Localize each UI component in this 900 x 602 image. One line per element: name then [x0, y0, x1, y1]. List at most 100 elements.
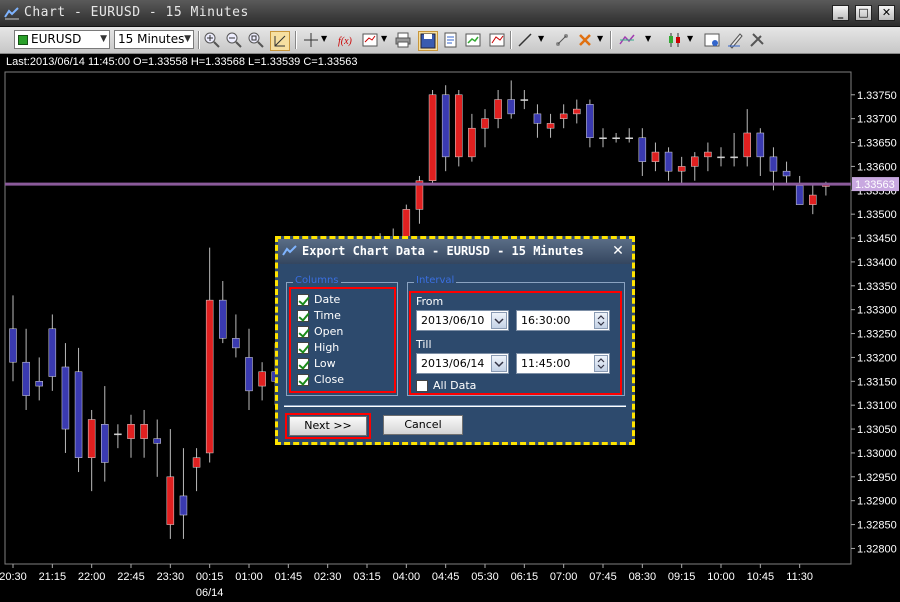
time-tick-label: 01:45: [275, 571, 303, 583]
time-tick-label: 23:30: [157, 571, 185, 583]
columns-highlight: Date Time Open High Low Close: [289, 287, 396, 393]
till-time-value: 11:45:00: [521, 357, 571, 370]
candle-body: [677, 166, 686, 172]
chevron-down-icon[interactable]: ▼: [381, 34, 387, 43]
price-tick-label: 1.32900: [857, 496, 897, 508]
cancel-button[interactable]: Cancel: [383, 415, 463, 435]
line-tool-icon[interactable]: [516, 31, 534, 49]
candle-body: [638, 137, 647, 162]
restore-button[interactable]: □: [855, 5, 872, 21]
candle-body: [769, 156, 778, 172]
candle-body: [468, 127, 476, 158]
candle-body: [691, 156, 699, 167]
time-tick-label: 00:15: [196, 571, 224, 583]
chart-type-icon[interactable]: [361, 31, 379, 49]
chevron-down-icon[interactable]: ▼: [597, 34, 603, 43]
time-tick-label: 03:15: [353, 571, 381, 583]
indicator-icon[interactable]: f(x): [337, 31, 355, 49]
chevron-down-icon: ▼: [184, 34, 191, 44]
candle-style-icon[interactable]: [666, 31, 684, 49]
checkbox-checked-icon: [297, 374, 309, 386]
close-window-button[interactable]: ✕: [878, 5, 895, 21]
checkbox-label: Date: [314, 293, 341, 306]
symbol-select[interactable]: EURUSD ▼: [14, 30, 110, 49]
properties-icon[interactable]: [703, 31, 721, 49]
time-tick-label: 08:30: [629, 571, 657, 583]
candle-body: [166, 476, 175, 525]
price-tick-label: 1.32950: [857, 472, 897, 484]
candle-body: [87, 419, 96, 458]
dialog-close-button[interactable]: ✕: [610, 243, 626, 259]
price-tick-label: 1.33000: [857, 448, 897, 460]
time-tick-label: 21:15: [39, 571, 67, 583]
export-icon[interactable]: [464, 31, 482, 49]
zoom-in-icon[interactable]: [203, 31, 221, 49]
price-tick-label: 1.33650: [857, 138, 897, 150]
next-button[interactable]: Next >>: [289, 416, 367, 436]
crosshair-icon[interactable]: [302, 31, 320, 49]
fibonacci-icon[interactable]: [553, 31, 571, 49]
till-label: Till: [416, 338, 432, 351]
from-time-spinner[interactable]: 16:30:00: [516, 310, 610, 331]
candle-body: [494, 99, 502, 119]
time-tick-label: 07:45: [589, 571, 617, 583]
candle-body: [48, 328, 57, 377]
refresh-icon[interactable]: [488, 31, 506, 49]
copy-icon[interactable]: [442, 31, 460, 49]
till-date-picker[interactable]: 2013/06/14: [416, 353, 509, 374]
object-list-icon[interactable]: [618, 31, 636, 49]
settings-icon[interactable]: [726, 31, 744, 49]
candle-body: [22, 361, 30, 396]
time-tick-label: 11:30: [786, 571, 813, 583]
time-tick-label: 22:45: [117, 571, 145, 583]
chevron-down-icon[interactable]: ▼: [321, 34, 327, 43]
candle-body: [586, 104, 594, 139]
candle-body: [533, 113, 542, 124]
zoom-fit-icon[interactable]: [247, 31, 265, 49]
candle-body: [599, 137, 607, 140]
timeframe-select[interactable]: 15 Minutes ▼: [114, 30, 194, 49]
time-tick-label: 05:30: [471, 571, 499, 583]
chevron-down-icon[interactable]: ▼: [645, 34, 651, 43]
from-label: From: [416, 295, 444, 308]
symbol-flag-icon: [18, 34, 28, 45]
chevron-down-icon[interactable]: ▼: [687, 34, 693, 43]
interval-legend: Interval: [414, 275, 457, 286]
delete-drawing-icon[interactable]: [576, 31, 594, 49]
save-icon[interactable]: [418, 31, 438, 51]
time-tick-label: 04:00: [393, 571, 421, 583]
candle-body: [245, 357, 253, 392]
next-button-highlight: Next >>: [285, 413, 371, 439]
calendar-dropdown-icon[interactable]: [491, 312, 507, 329]
calendar-dropdown-icon[interactable]: [491, 355, 507, 372]
time-tick-label: 09:15: [668, 571, 696, 583]
checkbox-unchecked-icon: [416, 380, 428, 392]
checkbox-label: Low: [314, 357, 336, 370]
autoscroll-icon[interactable]: [270, 31, 290, 51]
till-time-spinner[interactable]: 11:45:00: [516, 353, 610, 374]
candle-body: [809, 194, 817, 205]
zoom-out-icon[interactable]: [225, 31, 243, 49]
tools-icon[interactable]: [748, 31, 766, 49]
candle-body: [258, 371, 266, 387]
price-tick-label: 1.33250: [857, 329, 897, 341]
candle-body: [140, 424, 148, 439]
spinner-arrows-icon[interactable]: [594, 355, 608, 372]
candle-body: [664, 151, 673, 172]
window-titlebar: Chart - EURUSD - 15 Minutes _ □ ✕: [0, 0, 900, 27]
spinner-arrows-icon[interactable]: [594, 312, 608, 329]
window-title: Chart - EURUSD - 15 Minutes: [24, 5, 249, 20]
checkbox-label: All Data: [433, 379, 477, 392]
minimize-button[interactable]: _: [832, 5, 849, 21]
candle-body: [546, 123, 555, 129]
from-date-picker[interactable]: 2013/06/10: [416, 310, 509, 331]
chevron-down-icon: ▼: [100, 34, 107, 44]
print-icon[interactable]: [394, 31, 412, 49]
columns-legend: Columns: [293, 275, 341, 286]
candle-body: [127, 424, 135, 439]
candle-body: [9, 328, 17, 363]
ohlc-info-line: Last:2013/06/14 11:45:00 O=1.33558 H=1.3…: [6, 56, 358, 68]
chevron-down-icon[interactable]: ▼: [538, 34, 544, 43]
candle-body: [74, 371, 83, 458]
candle-body: [612, 137, 620, 140]
